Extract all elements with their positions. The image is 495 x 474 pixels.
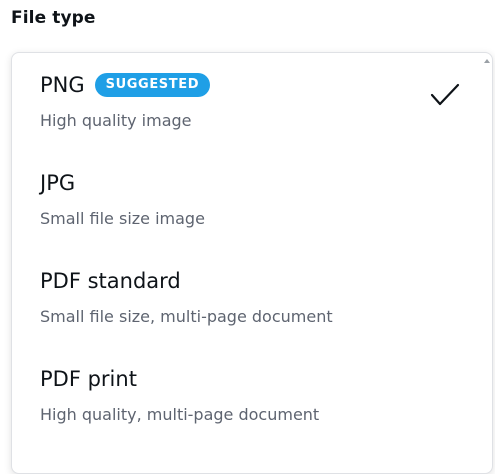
option-pdf-print-title-row: PDF print [40, 367, 137, 391]
option-title: PDF print [40, 367, 137, 391]
option-jpg[interactable]: JPG Small file size image [12, 151, 492, 249]
option-subtitle: Small file size image [40, 209, 205, 228]
option-subtitle: High quality image [40, 111, 192, 130]
option-subtitle: High quality, multi-page document [40, 405, 320, 424]
option-png[interactable]: PNG SUGGESTED High quality image [12, 53, 492, 151]
option-title: PNG [40, 73, 85, 97]
file-type-label: File type [11, 8, 96, 28]
option-png-title-row: PNG SUGGESTED [40, 73, 211, 97]
suggested-badge: SUGGESTED [94, 73, 211, 97]
option-pdf-print[interactable]: PDF print High quality, multi-page docum… [12, 347, 492, 445]
file-type-dropdown[interactable]: PNG SUGGESTED High quality image JPG Sma… [11, 52, 493, 474]
option-title: PDF standard [40, 269, 181, 293]
option-jpg-title-row: JPG [40, 171, 75, 195]
option-title: JPG [40, 171, 76, 195]
option-pdf-standard-title-row: PDF standard [40, 269, 181, 293]
checkmark-icon [430, 83, 460, 106]
option-subtitle: Small file size, multi-page document [40, 307, 333, 326]
option-pdf-standard[interactable]: PDF standard Small file size, multi-page… [12, 249, 492, 347]
